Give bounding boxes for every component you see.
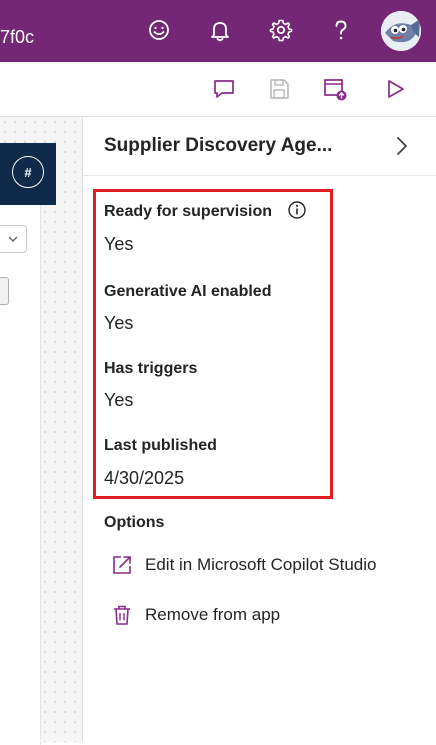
panel-header: Supplier Discovery Age... (83, 117, 436, 176)
option-label: Remove from app (145, 605, 281, 624)
options-heading: Options (104, 514, 165, 531)
property-value: 4/30/2025 (104, 468, 185, 488)
fish-avatar-icon (381, 11, 421, 51)
smiley-icon[interactable] (146, 17, 172, 43)
bell-icon[interactable] (207, 17, 233, 43)
remove-from-app-button[interactable]: Remove from app (111, 600, 411, 630)
edit-in-copilot-studio-button[interactable]: Edit in Microsoft Copilot Studio (111, 550, 411, 580)
gear-icon[interactable] (268, 17, 294, 43)
environment-name: 7f0c (0, 27, 35, 47)
properties-panel: Supplier Discovery Age... Ready for supe… (82, 117, 436, 742)
play-icon[interactable] (382, 76, 408, 102)
option-label: Edit in Microsoft Copilot Studio (145, 555, 377, 574)
trash-icon (114, 605, 130, 625)
property-value: Yes (104, 313, 134, 333)
header-card[interactable]: # (0, 143, 56, 205)
partial-button[interactable] (0, 277, 9, 305)
command-bar (0, 62, 436, 117)
top-bar: 7f0c (0, 0, 436, 62)
property-value: Yes (104, 390, 134, 410)
save-icon[interactable] (266, 76, 292, 102)
comment-icon[interactable] (211, 76, 237, 102)
property-value: Yes (104, 234, 134, 254)
publish-icon[interactable] (322, 76, 348, 102)
avatar[interactable] (381, 11, 421, 51)
property-label: Generative AI enabled (104, 283, 272, 300)
content-card (0, 205, 41, 745)
dropdown-toggle[interactable] (0, 225, 27, 253)
designer-canvas[interactable]: # (0, 117, 82, 745)
hash-badge: # (12, 156, 44, 188)
help-icon[interactable] (328, 17, 354, 43)
chevron-right-icon[interactable] (391, 135, 413, 157)
property-label: Ready for supervision (104, 203, 273, 220)
open-external-icon (113, 556, 131, 574)
info-icon[interactable] (287, 200, 307, 220)
chevron-down-icon (8, 236, 18, 242)
property-label: Has triggers (104, 360, 198, 377)
panel-title: Supplier Discovery Age... (104, 135, 333, 156)
property-label: Last published (104, 437, 217, 454)
